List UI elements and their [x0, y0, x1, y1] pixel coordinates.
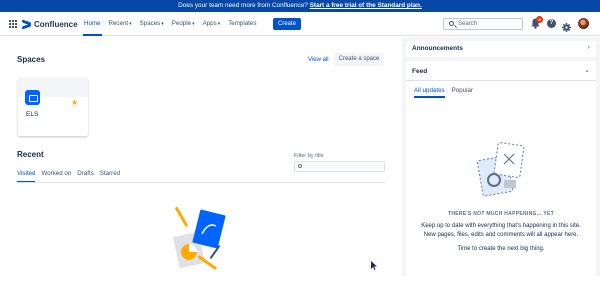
chevron-down-icon: ▾: [217, 21, 221, 27]
chevron-down-icon: ▾: [129, 21, 132, 27]
banner-text: Does your team need more from Confluence…: [178, 2, 310, 9]
tab-drafts[interactable]: Drafts: [77, 169, 94, 181]
star-icon[interactable]: ★: [71, 99, 78, 107]
nav-recent[interactable]: Recent▾: [105, 12, 136, 36]
create-space-button[interactable]: Create a space: [334, 53, 384, 66]
mouse-cursor-icon: [371, 257, 377, 275]
recent-heading: Recent: [17, 150, 44, 159]
trial-banner: Does your team need more from Confluence…: [0, 0, 600, 12]
primary-nav: Home Recent▾ Spaces▾ People▾ Apps▾ Templ…: [80, 12, 260, 36]
empty-recent-illustration: [172, 204, 232, 276]
filter-label: Filter by title: [294, 153, 324, 159]
confluence-logo[interactable]: Confluence: [22, 18, 78, 30]
chevron-down-icon: ▾: [161, 21, 164, 27]
empty-feed-description: Keep up to date with everything that's h…: [421, 223, 581, 238]
recent-tabs: Visited Worked on Drafts Starred: [17, 169, 126, 183]
space-name: ELS: [26, 111, 39, 118]
feed-divider: [406, 80, 596, 81]
search-input[interactable]: Search: [443, 18, 523, 30]
chevron-right-icon[interactable]: ›: [588, 44, 590, 51]
spaces-heading: Spaces: [17, 55, 46, 64]
main-content: Spaces View all Create a space ★ ELS Rec…: [0, 37, 400, 276]
chevron-down-icon: ▾: [192, 21, 195, 27]
empty-feed-title: THERE'S NOT MUCH HAPPENING... YET: [447, 211, 554, 217]
nav-apps-label: Apps: [202, 20, 217, 27]
announcements-section[interactable]: Announcements ›: [406, 41, 596, 57]
create-button[interactable]: Create: [273, 18, 301, 30]
space-icon: [25, 90, 40, 105]
right-sidebar: Announcements › Feed ⌄ All updates Popul…: [402, 37, 600, 276]
nav-home-label: Home: [84, 20, 101, 27]
tab-starred[interactable]: Starred: [100, 169, 120, 181]
top-navigation: Confluence Home Recent▾ Spaces▾ People▾ …: [0, 12, 600, 36]
nav-templates[interactable]: Templates: [224, 12, 260, 36]
app-switcher-icon[interactable]: [9, 20, 17, 28]
tab-popular[interactable]: Popular: [452, 86, 473, 96]
settings-gear-icon[interactable]: [562, 19, 571, 32]
empty-feed-illustration: [474, 140, 528, 202]
nav-recent-label: Recent: [108, 20, 129, 27]
nav-spaces-label: Spaces: [139, 20, 161, 27]
nav-people-label: People: [171, 20, 192, 27]
search-icon: [298, 164, 302, 168]
tab-divider: [17, 182, 385, 183]
tab-all-updates[interactable]: All updates: [414, 86, 445, 98]
logo-text: Confluence: [34, 19, 78, 29]
search-icon: [449, 21, 454, 26]
nav-home[interactable]: Home: [80, 12, 105, 36]
help-icon[interactable]: ?: [547, 19, 556, 28]
feed-tabs: All updates Popular: [414, 86, 480, 98]
space-card[interactable]: ★ ELS: [18, 78, 88, 136]
feed-heading: Feed: [412, 68, 428, 75]
empty-feed-footer: Time to create the next big thing.: [457, 246, 545, 252]
nav-people[interactable]: People▾: [168, 12, 199, 36]
search-placeholder: Search: [458, 21, 478, 27]
confluence-logo-icon: [22, 20, 31, 29]
banner-trial-link[interactable]: Start a free trial of the Standard plan.: [310, 2, 422, 9]
nav-spaces[interactable]: Spaces▾: [136, 12, 168, 36]
feed-section: Feed ⌄ All updates Popular THERE'S NOT M…: [406, 61, 596, 276]
user-avatar[interactable]: [578, 18, 589, 29]
tab-worked-on[interactable]: Worked on: [41, 169, 71, 181]
tab-visited[interactable]: Visited: [17, 169, 36, 183]
notification-count-badge: 4: [536, 16, 543, 23]
nav-apps[interactable]: Apps▾: [199, 12, 225, 36]
view-all-link[interactable]: View all: [308, 57, 329, 63]
announcements-heading: Announcements: [412, 45, 463, 52]
nav-templates-label: Templates: [228, 20, 257, 27]
filter-by-title-input[interactable]: [294, 161, 385, 172]
chevron-down-icon[interactable]: ⌄: [584, 66, 590, 74]
